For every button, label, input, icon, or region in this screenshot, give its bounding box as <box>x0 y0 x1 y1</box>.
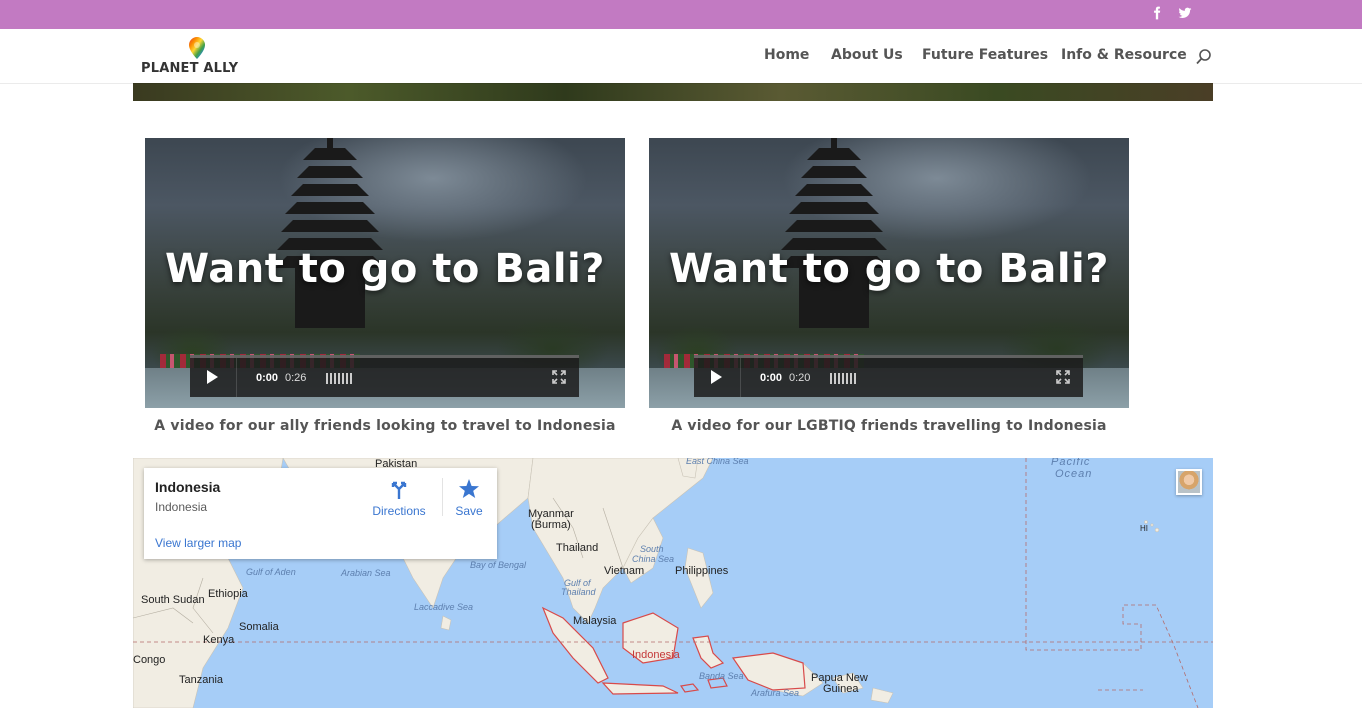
video-caption-ally: A video for our ally friends looking to … <box>154 418 616 434</box>
view-larger-map-link[interactable]: View larger map <box>155 536 241 550</box>
label-south-china-sea-2: China Sea <box>632 554 675 564</box>
top-bar <box>0 0 1362 29</box>
search-icon[interactable] <box>1195 48 1213 66</box>
controls-divider <box>740 358 741 397</box>
video-caption-lgbtiq: A video for our LGBTIQ friends travellin… <box>671 418 1107 434</box>
label-arabian-sea: Arabian Sea <box>341 568 391 578</box>
label-thailand: Thailand <box>556 542 599 554</box>
nav-future-features[interactable]: Future Features <box>922 47 1048 63</box>
directions-button[interactable]: Directions <box>369 478 429 518</box>
video-controls: 0:00 0:20 <box>694 355 1083 397</box>
nav-about-us[interactable]: About Us <box>831 47 903 63</box>
label-vietnam: Vietnam <box>604 565 645 577</box>
star-icon <box>459 479 479 498</box>
volume-slider[interactable] <box>830 373 858 384</box>
site-header: PLANET ALLY Home About Us Future Feature… <box>0 29 1362 83</box>
video-title: Want to go to Bali? <box>669 246 1109 292</box>
save-label: Save <box>455 504 483 518</box>
map-info-card: Indonesia Indonesia View larger map Dire… <box>144 468 497 559</box>
label-somalia: Somalia <box>239 621 279 633</box>
hero-image-strip <box>133 83 1213 101</box>
site-logo[interactable]: PLANET ALLY <box>141 37 238 77</box>
label-philippines: Philippines <box>675 565 729 577</box>
label-pacific-ocean-1: Pacific <box>1051 458 1091 468</box>
label-laccadive-sea: Laccadive Sea <box>414 602 474 612</box>
video-title: Want to go to Bali? <box>165 246 605 292</box>
label-ethiopia: Ethiopia <box>208 588 248 600</box>
duration: 0:26 <box>285 372 307 384</box>
label-congo: Congo <box>133 654 166 666</box>
play-icon[interactable] <box>204 369 220 385</box>
map-pin-logo-icon <box>189 37 205 59</box>
twitter-icon[interactable] <box>1175 3 1195 23</box>
label-indonesia: Indonesia <box>632 649 680 661</box>
label-papua-new-guinea-2: Guinea <box>823 683 859 695</box>
nav-info-resource[interactable]: Info & Resource <box>1061 47 1187 63</box>
current-time: 0:00 <box>256 372 279 384</box>
video-player-lgbtiq[interactable]: Want to go to Bali? 0:00 0:20 <box>649 138 1129 408</box>
video-controls: 0:00 0:26 <box>190 355 579 397</box>
label-south-china-sea-1: South <box>640 544 664 554</box>
place-subtitle: Indonesia <box>155 500 208 514</box>
label-east-china-sea: East China Sea <box>686 458 749 466</box>
duration: 0:20 <box>789 372 811 384</box>
volume-slider[interactable] <box>326 373 354 384</box>
fullscreen-icon[interactable] <box>1056 370 1070 384</box>
controls-divider <box>236 358 237 397</box>
label-hawaii: HI <box>1140 524 1148 533</box>
play-icon[interactable] <box>708 369 724 385</box>
nav-home[interactable]: Home <box>764 47 809 63</box>
label-kenya: Kenya <box>203 634 235 646</box>
label-south-sudan: South Sudan <box>141 594 205 606</box>
fullscreen-icon[interactable] <box>552 370 566 384</box>
directions-label: Directions <box>372 504 426 518</box>
logo-text: PLANET ALLY <box>141 61 239 76</box>
label-myanmar-2: (Burma) <box>531 519 571 531</box>
save-button[interactable]: Save <box>439 478 499 518</box>
video-player-ally[interactable]: Want to go to Bali? 0:00 0:26 <box>145 138 625 408</box>
label-gulf-of-thailand-2: Thailand <box>561 587 596 597</box>
label-bay-of-bengal: Bay of Bengal <box>470 560 527 570</box>
facebook-icon[interactable] <box>1147 3 1167 23</box>
label-tanzania: Tanzania <box>179 674 224 686</box>
label-arafura-sea: Arafura Sea <box>751 688 800 698</box>
label-pacific-ocean-2: Ocean <box>1055 468 1093 480</box>
place-title: Indonesia <box>155 479 221 495</box>
label-malaysia: Malaysia <box>573 615 617 627</box>
label-gulf-of-aden: Gulf of Aden <box>246 567 296 577</box>
google-map-embed[interactable]: Pakistan East China Sea Pacific Ocean HI… <box>133 458 1213 708</box>
user-avatar[interactable] <box>1176 469 1202 495</box>
label-banda-sea: Banda Sea <box>699 671 744 681</box>
current-time: 0:00 <box>760 372 783 384</box>
directions-icon <box>391 481 407 499</box>
